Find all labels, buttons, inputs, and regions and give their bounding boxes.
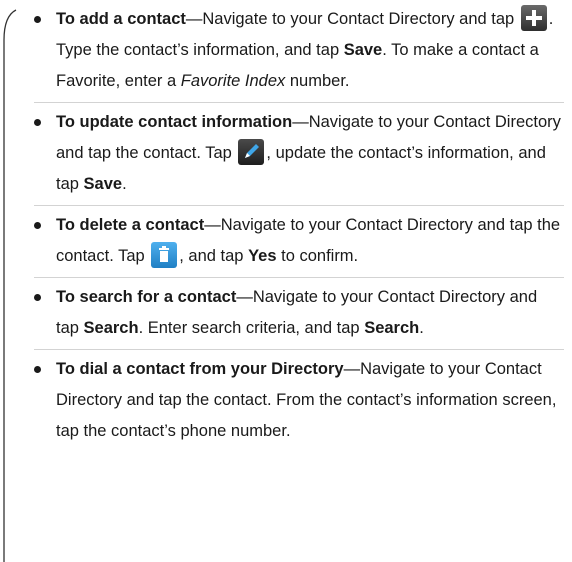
favorite-index-label: Favorite Index	[180, 72, 286, 90]
search-label: Search	[83, 319, 139, 337]
list-item-dial-contact: To dial a contact from your Directory—Na…	[34, 350, 564, 452]
list-item-search-contact: To search for a contact—Navigate to your…	[34, 278, 564, 350]
list-item-add-contact: To add a contact—Navigate to your Contac…	[34, 0, 564, 103]
item-lead: To search for a contact	[56, 288, 237, 306]
dash: —	[236, 288, 253, 306]
list-item-update-contact: To update contact information—Navigate t…	[34, 103, 564, 206]
contact-instructions-list: To add a contact—Navigate to your Contac…	[34, 0, 564, 452]
dash: —	[185, 10, 203, 28]
item-text: to confirm.	[276, 247, 359, 265]
item-lead: To delete a contact	[56, 216, 205, 234]
item-lead: To dial a contact from your Directory	[56, 360, 344, 378]
item-text: . Enter search criteria, and tap	[138, 319, 365, 337]
item-text: .	[419, 319, 424, 337]
item-text: .	[122, 175, 127, 193]
trash-icon	[151, 242, 178, 268]
search-label: Search	[364, 319, 420, 337]
add-icon	[520, 5, 547, 31]
yes-label: Yes	[248, 247, 277, 265]
edit-icon	[238, 139, 265, 165]
dash: —	[343, 360, 361, 378]
item-lead: To update contact information	[56, 113, 293, 131]
item-text: number.	[285, 72, 350, 90]
save-label: Save	[83, 175, 123, 193]
item-text: , and tap	[179, 247, 249, 265]
dash: —	[204, 216, 221, 234]
dash: —	[292, 113, 309, 131]
save-label: Save	[343, 41, 383, 59]
item-text: Navigate to your Contact Directory and t…	[202, 10, 519, 28]
item-lead: To add a contact	[56, 10, 186, 28]
list-item-delete-contact: To delete a contact—Navigate to your Con…	[34, 206, 564, 278]
